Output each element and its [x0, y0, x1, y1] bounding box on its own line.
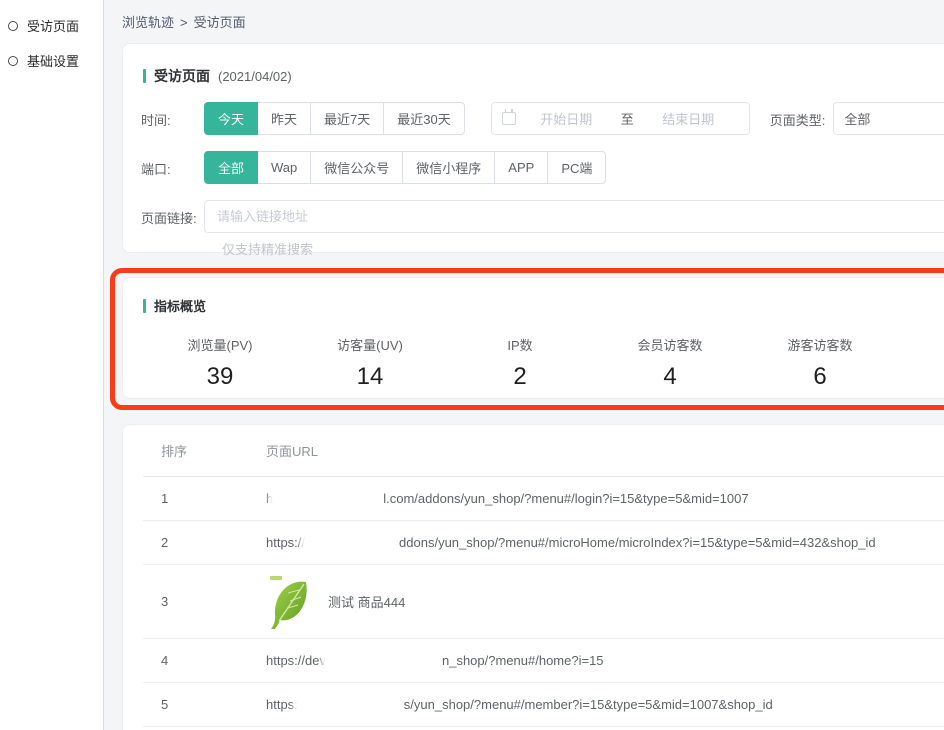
sidebar-item-label: 基础设置 — [27, 51, 79, 70]
sidebar-item-visited-pages[interactable]: 受访页面 — [0, 8, 103, 43]
breadcrumb-current: 受访页面 — [194, 15, 246, 30]
url-prefix: https: — [266, 697, 298, 712]
circle-icon — [8, 56, 18, 66]
metric-label: 访客量(UV) — [295, 335, 445, 354]
url-suffix: ddons/yun_shop/?menu#/microHome/microInd… — [399, 535, 876, 550]
page-link-row: 页面链接: — [123, 200, 944, 233]
metric-value: 6 — [745, 363, 895, 391]
metric-value: 2 — [445, 363, 595, 391]
column-header-index: 排序 — [143, 441, 266, 460]
sidebar-item-label: 受访页面 — [27, 16, 79, 35]
port-option-wechat-official[interactable]: 微信公众号 — [310, 151, 403, 184]
port-filter-row: 端口: 全部 Wap 微信公众号 微信小程序 APP PC端 — [123, 151, 944, 184]
date-range-to-label: 至 — [617, 109, 638, 128]
table-row[interactable]: 1 hl.com/addons/yun_shop/?menu#/login?i=… — [143, 477, 944, 521]
main-content: 浏览轨迹 > 受访页面 受访页面 (2021/04/02) 时间: 今天 昨天 最近… — [105, 0, 944, 730]
port-option-all[interactable]: 全部 — [204, 151, 258, 184]
leaf-product-thumbnail — [266, 573, 312, 631]
metric-member-visitors: 会员访客数 4 — [595, 335, 745, 391]
sidebar: 受访页面 基础设置 — [0, 0, 104, 730]
metrics-panel-title: 指标概览 — [123, 278, 944, 315]
calendar-icon — [502, 112, 516, 125]
redaction-blur — [272, 490, 384, 507]
filter-panel: 受访页面 (2021/04/02) 时间: 今天 昨天 最近7天 最近30天 开… — [122, 43, 944, 253]
row-index: 3 — [143, 594, 266, 609]
url-suffix: s/yun_shop/?menu#/member?i=15&type=5&mid… — [404, 697, 773, 712]
sidebar-item-basic-settings[interactable]: 基础设置 — [0, 43, 103, 78]
metric-label: 会员访客数 — [595, 335, 745, 354]
product-title: 测试 商品444 — [328, 592, 405, 611]
row-index: 2 — [143, 535, 266, 550]
metric-label: 浏览量(PV) — [145, 335, 295, 354]
metric-value: 14 — [295, 363, 445, 391]
row-url: https://dev n_shop/?menu#/home?i=15 — [266, 652, 944, 669]
metrics-panel: 指标概览 浏览量(PV) 39 访客量(UV) 14 IP数 2 会员访客数 4 — [122, 277, 944, 399]
metric-ip: IP数 2 — [445, 335, 595, 391]
redaction-blur — [304, 534, 400, 551]
date-range-picker[interactable]: 开始日期 至 结束日期 — [491, 102, 750, 135]
time-button-group: 今天 昨天 最近7天 最近30天 — [204, 102, 465, 135]
port-option-wechat-miniprogram[interactable]: 微信小程序 — [402, 151, 495, 184]
table-header-row: 排序 页面URL — [143, 425, 944, 477]
redaction-blur — [297, 696, 405, 713]
metric-guest-visitors: 游客访客数 6 — [745, 335, 895, 391]
metric-value: 39 — [145, 363, 295, 391]
page-link-label: 页面链接: — [141, 200, 204, 227]
search-hint: 仅支持精准搜索 — [204, 239, 944, 258]
panel-title-text: 受访页面 — [154, 66, 210, 86]
port-label: 端口: — [141, 151, 204, 178]
viewport: 受访页面 基础设置 浏览轨迹 > 受访页面 受访页面 (2021/04/02) 时间… — [0, 0, 944, 730]
time-option-last30days[interactable]: 最近30天 — [383, 102, 464, 135]
metric-label: 游客访客数 — [745, 335, 895, 354]
page-type-value: 全部 — [844, 109, 870, 128]
port-option-app[interactable]: APP — [494, 151, 548, 184]
time-filter-row: 时间: 今天 昨天 最近7天 最近30天 开始日期 至 结束日期 页面类型: 全… — [123, 102, 944, 135]
url-suffix: n_shop/?menu#/home?i=15 — [442, 653, 604, 668]
row-url: https: s/yun_shop/?menu#/member?i=15&type… — [266, 696, 944, 713]
breadcrumb-parent[interactable]: 浏览轨迹 — [122, 15, 174, 30]
table-row[interactable]: 2 https:// ddons/yun_shop/?menu#/microHom… — [143, 521, 944, 565]
row-url: https:// ddons/yun_shop/?menu#/microHome/… — [266, 534, 944, 551]
url-prefix: https:// — [266, 535, 305, 550]
title-accent-bar — [143, 69, 146, 83]
port-option-wap[interactable]: Wap — [257, 151, 311, 184]
row-index: 4 — [143, 653, 266, 668]
breadcrumb: 浏览轨迹 > 受访页面 — [105, 0, 944, 31]
start-date-placeholder[interactable]: 开始日期 — [516, 109, 617, 128]
url-suffix: l.com/addons/yun_shop/?menu#/login?i=15&… — [383, 491, 748, 506]
page-link-input[interactable] — [204, 200, 944, 233]
row-index: 5 — [143, 697, 266, 712]
metric-label: IP数 — [445, 335, 595, 354]
row-index: 1 — [143, 491, 266, 506]
end-date-placeholder[interactable]: 结束日期 — [638, 109, 739, 128]
title-accent-bar — [143, 299, 146, 313]
time-option-last7days[interactable]: 最近7天 — [310, 102, 384, 135]
time-option-today[interactable]: 今天 — [204, 102, 258, 135]
metric-pv: 浏览量(PV) 39 — [145, 335, 295, 391]
time-label: 时间: — [141, 102, 204, 129]
metric-value: 4 — [595, 363, 745, 391]
table-row[interactable]: 5 https: s/yun_shop/?menu#/member?i=15&ty… — [143, 683, 944, 727]
column-header-url: 页面URL — [266, 441, 944, 460]
metrics-row: 浏览量(PV) 39 访客量(UV) 14 IP数 2 会员访客数 4 游客访客… — [145, 335, 895, 391]
panel-title-text: 指标概览 — [154, 296, 206, 315]
table-row[interactable]: 4 https://dev n_shop/?menu#/home?i=15 — [143, 639, 944, 683]
row-url: hl.com/addons/yun_shop/?menu#/login?i=15… — [266, 490, 944, 507]
redaction-blur — [325, 652, 443, 669]
page-type-label: 页面类型: — [770, 102, 826, 129]
table-row-product[interactable]: 3 — [143, 565, 944, 639]
port-button-group: 全部 Wap 微信公众号 微信小程序 APP PC端 — [204, 151, 606, 184]
page-type-select[interactable]: 全部 — [833, 102, 944, 135]
url-prefix: https://dev — [266, 653, 326, 668]
time-option-yesterday[interactable]: 昨天 — [257, 102, 311, 135]
metric-uv: 访客量(UV) 14 — [295, 335, 445, 391]
circle-icon — [8, 21, 18, 31]
row-product: 测试 商品444 — [266, 573, 944, 631]
panel-title-date: (2021/04/02) — [218, 69, 292, 84]
port-option-pc[interactable]: PC端 — [547, 151, 606, 184]
filter-panel-title: 受访页面 (2021/04/02) — [123, 44, 944, 86]
breadcrumb-separator: > — [180, 15, 188, 30]
url-table-panel: 排序 页面URL 1 hl.com/addons/yun_shop/?menu#… — [122, 424, 944, 730]
